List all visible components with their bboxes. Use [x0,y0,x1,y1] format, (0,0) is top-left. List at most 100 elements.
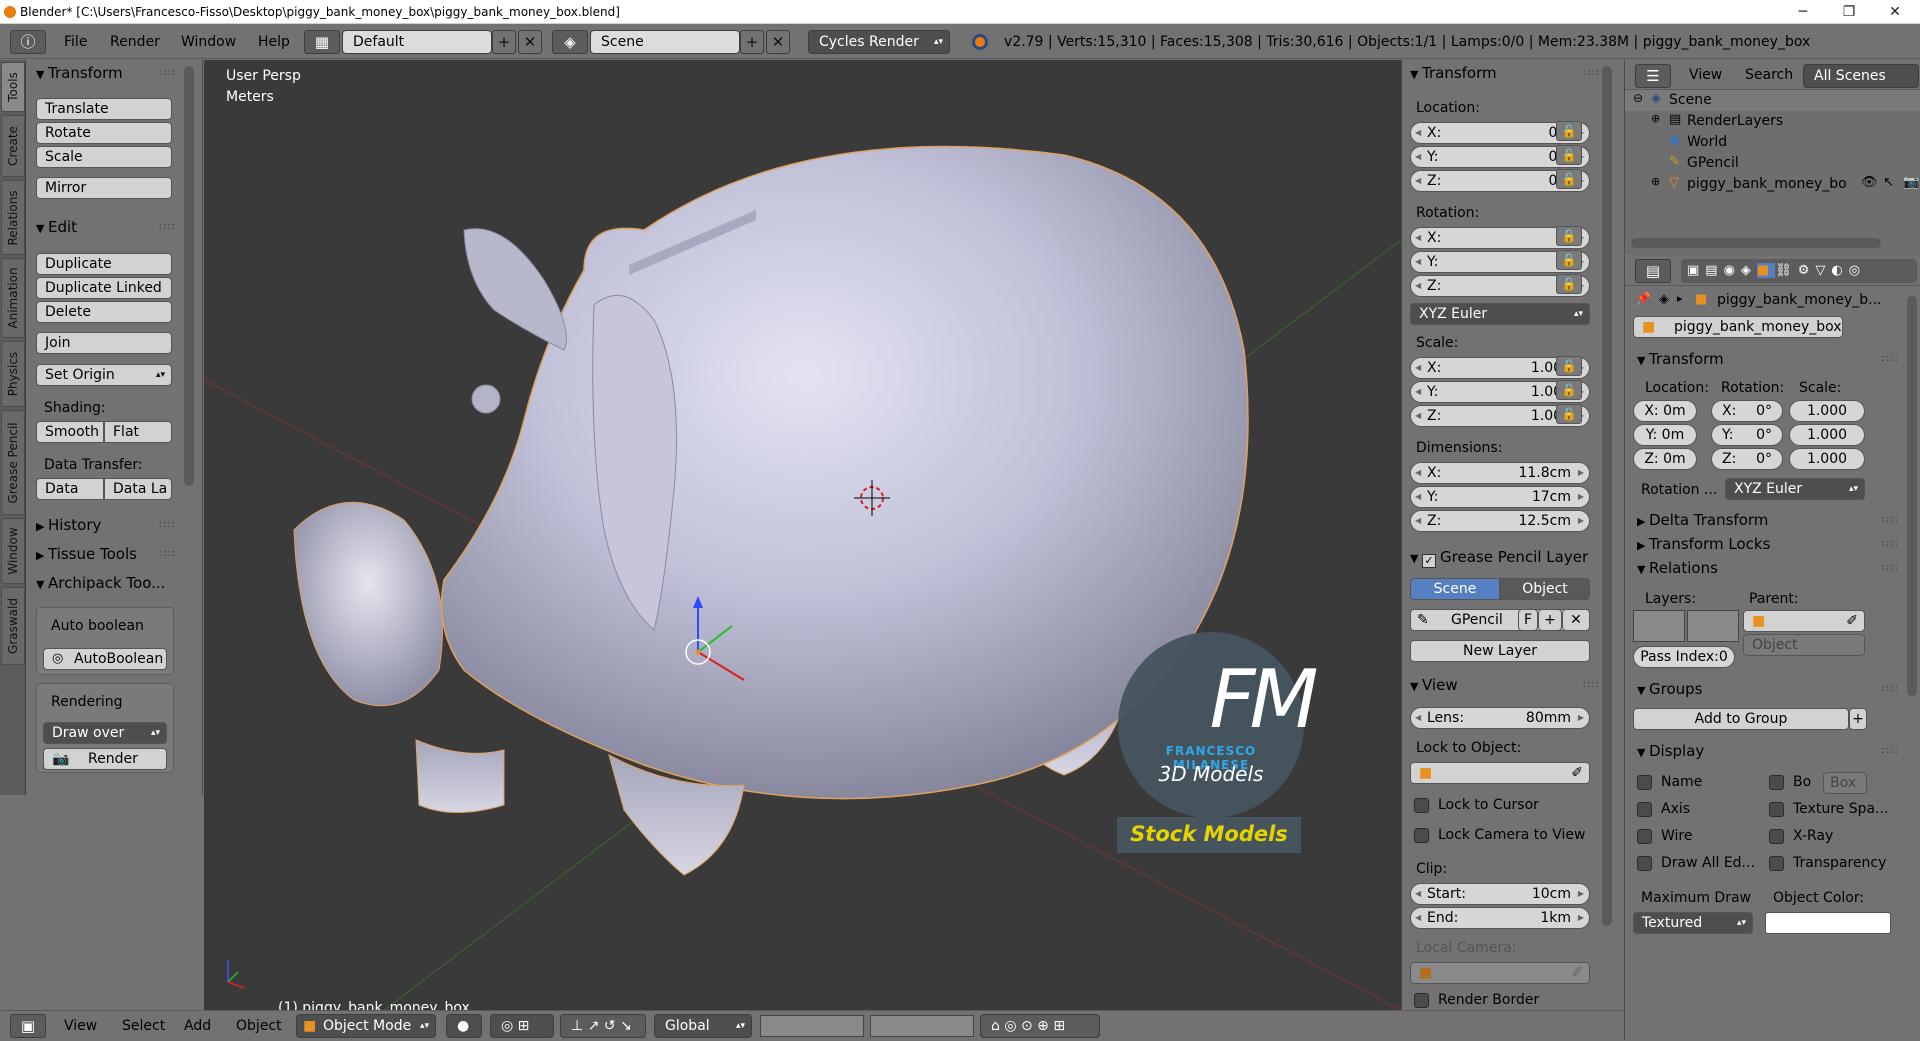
drag-grip-icon[interactable]: :::: [1583,60,1600,86]
prop-loc-y[interactable]: Y: 0m [1633,424,1697,446]
lock-icon[interactable]: 🔓 [1556,356,1582,376]
display-wire-checkbox[interactable] [1637,829,1652,844]
outliner-view-menu[interactable]: View [1689,60,1722,90]
add-group-icon[interactable]: + [1849,708,1867,730]
lock-icon[interactable]: 🔓 [1556,250,1582,270]
lock-to-cursor-checkbox[interactable] [1414,798,1429,813]
smooth-button[interactable]: Smooth [36,421,104,443]
3d-viewport[interactable]: FM FRANCESCO MILANESE 3D Models Stock Mo… [204,60,1401,1010]
viewport-scene[interactable] [204,60,1401,1010]
display-xray-checkbox[interactable] [1769,829,1784,844]
screen-layout-icon[interactable]: ▦ [304,30,340,54]
gp-add-icon[interactable]: + [1538,609,1562,631]
add-scene-icon[interactable]: + [740,30,764,54]
editor-type-info-icon[interactable]: ⓘ [10,30,46,54]
autoboolean-button[interactable]: ◎ AutoBoolean [43,648,167,670]
display-header[interactable]: ▼ Display:::: [1637,738,1909,764]
display-bounds-checkbox[interactable] [1769,775,1784,790]
add-layout-icon[interactable]: + [492,30,516,54]
minimize-button[interactable]: ─ [1780,0,1826,24]
menu-view[interactable]: View [64,1011,97,1041]
eyedropper-icon[interactable]: ✐ [1571,963,1583,983]
menu-file[interactable]: File [64,25,87,59]
clip-end-field[interactable]: ◀ End: 1km ▶ [1410,907,1590,929]
rotate-button[interactable]: Rotate [36,122,172,144]
tab-physics[interactable]: Physics [1,341,25,407]
transform-header[interactable]: ▼ Transform:::: [1410,60,1610,86]
local-camera-field[interactable]: ■ ✐ [1410,962,1590,984]
grease-pencil-layer-header[interactable]: ▼ ✓ Grease Pencil Layer [1410,544,1610,570]
edit-panel-header[interactable]: ▼ Edit:::: [36,214,186,240]
outliner-search-menu[interactable]: Search [1745,60,1793,90]
scene-field[interactable]: Scene [590,30,740,54]
parent-field[interactable]: ■ ✐ [1743,610,1865,632]
prop-scale-x[interactable]: 1.000 [1789,400,1865,422]
render-border-checkbox[interactable] [1414,993,1429,1008]
expand-icon[interactable]: ⊕ [1651,175,1660,188]
outliner-row-scene[interactable]: ⊖ ◈ Scene [1625,90,1920,111]
pivot-and-snap-icons[interactable]: ◎ ⊞ [490,1014,554,1038]
orientation-dropdown[interactable]: Global ▴▾ [654,1014,752,1038]
rotation-mode-dropdown[interactable]: XYZ Euler ▴▾ [1410,303,1590,325]
tab-relations[interactable]: Relations [1,180,25,255]
bounds-type-dropdown[interactable]: Box [1823,772,1867,794]
prop-scale-z[interactable]: 1.000 [1789,448,1865,470]
menu-window[interactable]: Window [181,25,236,59]
gp-object-toggle[interactable]: Object [1500,578,1590,600]
scale-button[interactable]: Scale [36,146,172,168]
tab-create[interactable]: Create [1,115,25,177]
add-to-group-button[interactable]: Add to Group [1633,708,1849,730]
history-panel-header[interactable]: ▶ History:::: [36,512,186,538]
prop-loc-x[interactable]: X: 0m [1633,400,1697,422]
menu-help[interactable]: Help [258,25,290,59]
viewport-misc-icons[interactable]: ⌂ ◎ ⊙ ⊕ ⊞ [980,1014,1100,1038]
properties-scrollbar[interactable] [1907,296,1917,696]
drag-grip-icon[interactable]: :::: [1882,507,1899,533]
lens-field[interactable]: ◀ Lens: 80mm ▶ [1410,707,1590,729]
transform-panel-header[interactable]: ▼ Transform:::: [36,60,186,86]
manipulator-icons[interactable]: ⊥ ↗ ↺ ↘ [560,1014,646,1038]
toolshelf-scrollbar[interactable] [184,66,194,486]
drag-grip-icon[interactable]: :::: [1882,676,1899,702]
lock-icon[interactable]: 🔓 [1556,274,1582,294]
tab-tools[interactable]: Tools [1,62,25,112]
scene-icon[interactable]: ◈ [552,30,588,54]
set-origin-dropdown[interactable]: Set Origin ▴▾ [36,364,172,386]
prop-rotation-mode-dropdown[interactable]: XYZ Euler ▴▾ [1725,478,1865,500]
menu-select[interactable]: Select [122,1011,165,1041]
camera-render-icon[interactable]: 📷 [1903,175,1919,190]
gp-scene-toggle[interactable]: Scene [1410,578,1500,600]
data-layout-button[interactable]: Data La [104,478,172,500]
tab-window[interactable]: Window [1,518,25,584]
layer-grid-a[interactable] [1633,610,1685,642]
parent-type-dropdown[interactable]: Object [1743,634,1865,656]
expand-icon[interactable]: ⊕ [1651,112,1660,125]
dimensions-x-field[interactable]: ◀ X: 11.8cm ▶ [1410,462,1590,484]
view-header[interactable]: ▼ View:::: [1410,672,1610,698]
display-axis-checkbox[interactable] [1637,802,1652,817]
tab-animation[interactable]: Animation [1,258,25,338]
collapse-icon[interactable]: ⊖ [1633,91,1643,105]
context-tabs[interactable]: ▣▤◉◈■⛓⚙▽◐◎ [1681,259,1917,283]
layer-grid-b[interactable] [1687,610,1739,642]
delete-button[interactable]: Delete [36,301,172,323]
tab-grease-pencil[interactable]: Grease Pencil [1,410,25,515]
menu-render[interactable]: Render [110,25,160,59]
lock-icon[interactable]: 🔓 [1556,169,1582,189]
object-name-field[interactable]: ■ piggy_bank_money_box [1633,316,1843,338]
restore-button[interactable]: ❐ [1826,0,1872,24]
data-button[interactable]: Data [36,478,104,500]
tissue-tools-panel-header[interactable]: ▶ Tissue Tools:::: [36,541,186,567]
remove-scene-icon[interactable]: ✕ [766,30,790,54]
display-transparency-checkbox[interactable] [1769,856,1784,871]
object-color-swatch[interactable] [1765,912,1891,934]
new-layer-button[interactable]: New Layer [1410,640,1590,662]
outliner-row-object[interactable]: ⊕ ▽ piggy_bank_money_bo 👁 ↖ 📷 [1625,174,1920,195]
groups-header[interactable]: ▼ Groups:::: [1637,676,1909,702]
pass-index-field[interactable]: Pass Index:0 [1633,646,1735,668]
prop-rot-z[interactable]: Z: 0° [1711,448,1783,470]
mirror-button[interactable]: Mirror [36,177,172,199]
editor-type-3dview-icon[interactable]: ▣ [10,1014,46,1038]
prop-rot-y[interactable]: Y: 0° [1711,424,1783,446]
enable-checkbox[interactable]: ✓ [1422,554,1436,568]
